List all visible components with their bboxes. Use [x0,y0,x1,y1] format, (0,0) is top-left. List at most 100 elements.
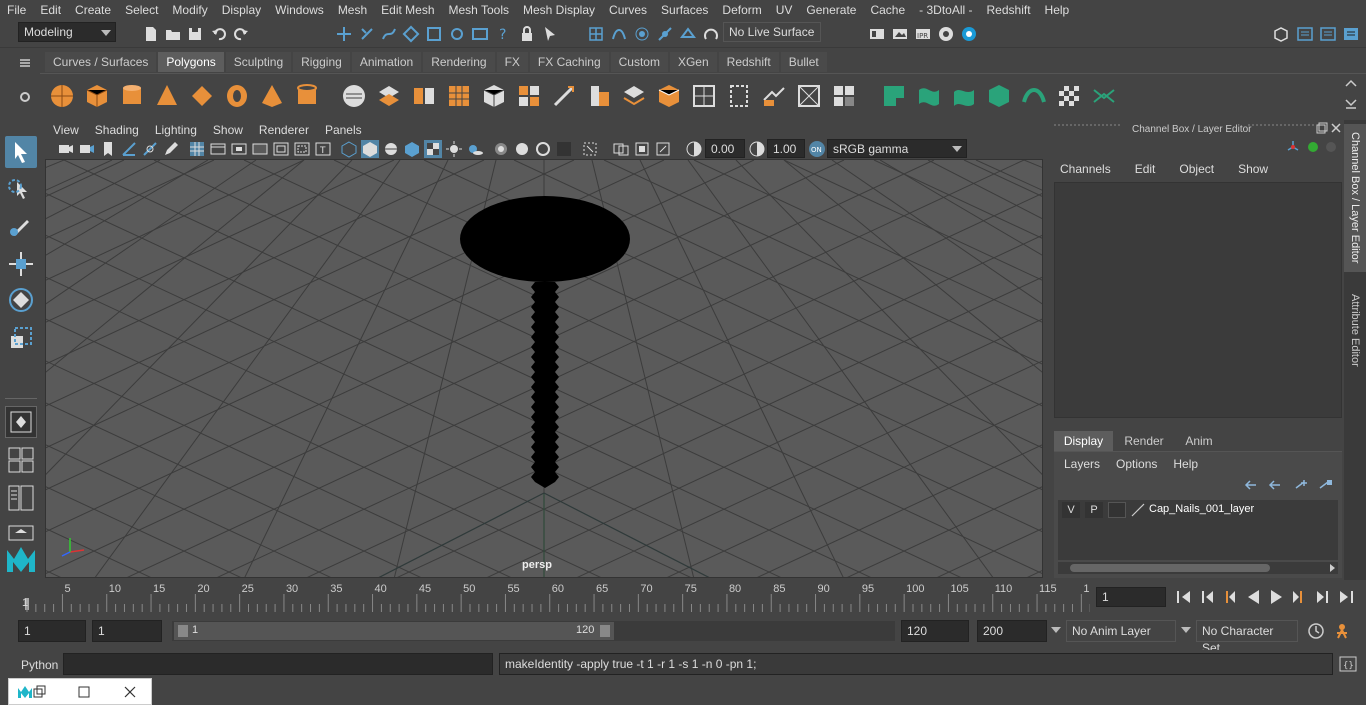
shelf-tab-curves-surfaces[interactable]: Curves / Surfaces [45,52,157,72]
step-back-key-icon[interactable] [1198,588,1218,606]
menu-generate[interactable]: Generate [799,3,863,17]
scale-tool-button[interactable] [5,322,37,354]
menu-deform[interactable]: Deform [715,3,768,17]
float-panel-icon[interactable] [1316,122,1328,134]
uv-editor-icon[interactable] [690,82,718,110]
depth-of-field-icon[interactable] [555,140,573,158]
bevel-icon[interactable] [585,82,613,110]
panel-drag-handle[interactable] [1054,124,1120,132]
poly-torus-icon[interactable] [223,82,251,110]
select-tool-button[interactable] [5,136,37,168]
side-tab-channel-box[interactable]: Channel Box / Layer Editor [1344,124,1366,272]
help-snap-icon[interactable]: ? [494,25,512,43]
shelf-tab-custom[interactable]: Custom [610,52,668,72]
layer-color-icon[interactable] [1130,502,1146,518]
channel-menu-object[interactable]: Object [1167,162,1226,176]
exposure-icon[interactable] [685,140,703,158]
menu-help[interactable]: Help [1038,3,1077,17]
layer-menu-help[interactable]: Help [1173,457,1198,471]
shelf-tab-animation[interactable]: Animation [351,52,422,72]
select-highlight-icon[interactable] [541,25,559,43]
extrude-icon[interactable] [480,82,508,110]
snap-point-icon[interactable] [633,25,651,43]
snap-to-curve-icon[interactable] [425,25,443,43]
auto-key-icon[interactable] [1307,622,1325,640]
snap-curve-icon[interactable] [610,25,628,43]
poly-sphere-icon[interactable] [48,82,76,110]
snap-to-view-icon[interactable] [471,25,489,43]
poly-cube-icon[interactable] [83,82,111,110]
textured-icon[interactable] [403,140,421,158]
shelf-menu-icon[interactable] [18,56,32,70]
panel-drag-handle-right[interactable] [1248,124,1314,132]
open-scene-icon[interactable] [164,25,182,43]
menu-mesh-display[interactable]: Mesh Display [516,3,602,17]
grease-pencil-icon[interactable] [141,140,159,158]
select-by-object-icon[interactable] [358,25,376,43]
isolate-select-icon[interactable] [581,140,599,158]
shelf-tab-fx-caching[interactable]: FX Caching [529,52,609,72]
move-layer-up-icon[interactable] [1244,478,1260,492]
shadows-icon[interactable] [466,140,484,158]
safe-title-icon[interactable]: T [314,140,332,158]
single-view-layout-button[interactable] [5,406,37,438]
multi-cut-icon[interactable] [550,82,578,110]
snap-grid-icon[interactable] [587,25,605,43]
perspective-viewport[interactable]: persp [45,159,1043,578]
character-set-dropdown[interactable]: No Character Set [1196,620,1298,655]
snap-view-plane-icon[interactable] [679,25,697,43]
time-slider[interactable]: 5 10 15 20 25 30 35 40 45 50 55 60 65 70 75 80 85 90 95 100… [0,580,1366,616]
smooth-icon[interactable] [445,82,473,110]
exposure-field[interactable]: 0.00 [705,139,745,158]
menu-surfaces[interactable]: Surfaces [654,3,715,17]
mirror-icon[interactable] [410,82,438,110]
channel-menu-edit[interactable]: Edit [1123,162,1168,176]
new-layer-from-selected-icon[interactable] [1318,478,1334,492]
lasso-tool-button[interactable] [5,174,37,206]
resolution-gate-icon[interactable] [230,140,248,158]
range-slider-left-grip[interactable] [178,625,188,637]
menu-3dtoall[interactable]: - 3DtoAll - [912,3,979,17]
select-by-hierarchy-icon[interactable] [335,25,353,43]
close-icon[interactable] [1330,122,1342,134]
range-slider-track[interactable]: 1 120 [172,621,895,641]
move-layer-down-icon[interactable] [1268,478,1284,492]
color-management-icon[interactable]: ON [808,140,826,158]
gamma-field[interactable]: 1.00 [767,139,805,158]
layer-menu-options[interactable]: Options [1116,457,1173,471]
toggle-channel-box-icon[interactable] [1342,25,1360,43]
layer-menu-layers[interactable]: Layers [1064,457,1116,471]
layer-tab-anim[interactable]: Anim [1175,431,1223,451]
cut-uv-icon[interactable] [795,82,823,110]
menu-edit-mesh[interactable]: Edit Mesh [374,3,441,17]
film-gate-icon[interactable] [209,140,227,158]
layer-tab-display[interactable]: Display [1054,431,1113,451]
separate-icon[interactable] [375,82,403,110]
shelf-settings-icon[interactable] [18,90,32,104]
paint-select-tool-button[interactable] [5,210,37,242]
panel-menu-renderer[interactable]: Renderer [251,123,317,137]
current-frame-field[interactable]: 1 [1096,587,1166,607]
checker-icon[interactable] [1055,82,1083,110]
menu-mesh[interactable]: Mesh [331,3,374,17]
panel-menu-panels[interactable]: Panels [317,123,370,137]
poly-cone-icon[interactable] [153,82,181,110]
quad-draw-icon[interactable] [880,82,908,110]
menu-curves[interactable]: Curves [602,3,654,17]
combine-icon[interactable] [340,82,368,110]
layer-row[interactable]: V P Cap_Nails_001_layer [1058,500,1338,520]
shelf-tab-fx[interactable]: FX [496,52,528,72]
channel-menu-show[interactable]: Show [1226,162,1280,176]
maximize-icon[interactable] [77,685,91,699]
frame-all-icon[interactable] [633,140,651,158]
layout-uv-icon[interactable] [830,82,858,110]
camera-attributes-icon[interactable] [78,140,96,158]
snap-to-point-icon[interactable] [448,25,466,43]
shelf-tab-xgen[interactable]: XGen [669,52,717,72]
playback-end-field[interactable]: 120 [901,620,969,642]
menu-display[interactable]: Display [215,3,268,17]
persp-outliner-layout-button[interactable] [5,482,37,514]
toggle-attribute-editor-icon[interactable] [1296,25,1314,43]
screen-space-ao-icon[interactable] [492,140,510,158]
layer-horizontal-scrollbar[interactable] [1058,562,1338,574]
